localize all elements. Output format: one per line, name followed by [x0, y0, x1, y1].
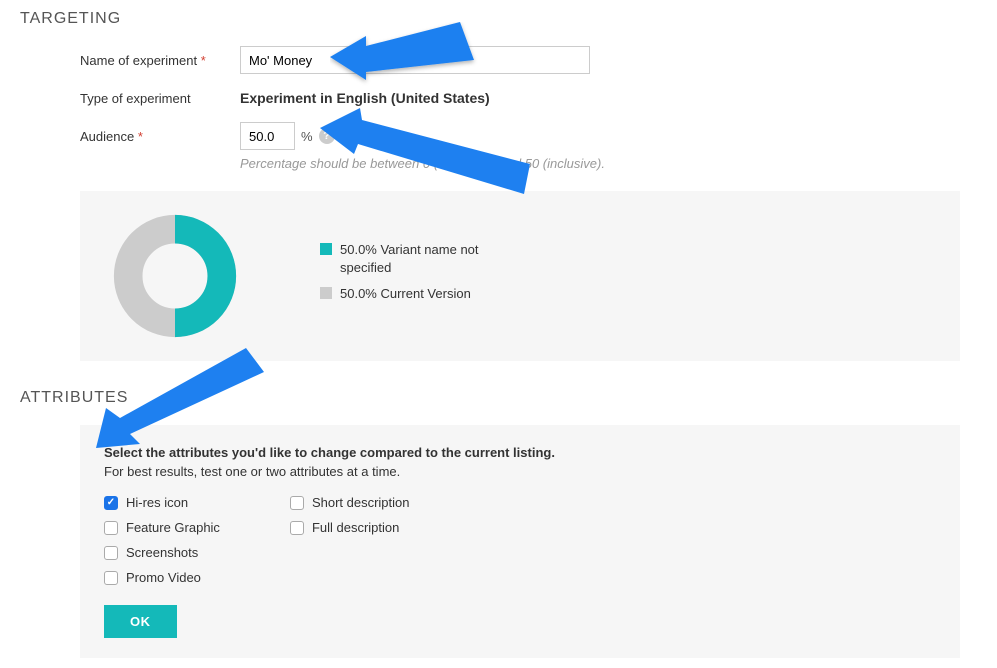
- attr-label: Promo Video: [126, 570, 201, 585]
- targeting-fields: Name of experiment * Type of experiment …: [80, 46, 977, 171]
- ok-button[interactable]: OK: [104, 605, 177, 638]
- audience-input[interactable]: [240, 122, 295, 150]
- donut-chart: [110, 211, 240, 341]
- attributes-title: ATTRIBUTES: [20, 389, 977, 407]
- attr-label: Hi-res icon: [126, 495, 188, 510]
- attributes-section: ATTRIBUTES Select the attributes you'd l…: [20, 389, 977, 658]
- attr-item-promo-video[interactable]: Promo Video: [104, 570, 220, 585]
- checkbox-short-desc[interactable]: [290, 496, 304, 510]
- legend-label-current: 50.0% Current Version: [340, 285, 480, 303]
- legend-item-variant: 50.0% Variant name not specified: [320, 241, 480, 277]
- required-asterisk: *: [201, 53, 206, 68]
- percent-sign: %: [301, 129, 313, 144]
- required-asterisk: *: [138, 129, 143, 144]
- chart-panel: 50.0% Variant name not specified 50.0% C…: [80, 191, 960, 361]
- help-icon[interactable]: ?: [319, 128, 335, 144]
- legend-swatch-grey: [320, 287, 332, 299]
- attributes-columns: Hi-res icon Feature Graphic Screenshots …: [104, 495, 936, 585]
- checkbox-hires-icon[interactable]: [104, 496, 118, 510]
- audience-hint: Percentage should be between 0 (exclusiv…: [240, 156, 977, 171]
- targeting-section: TARGETING Name of experiment * Type of e…: [20, 10, 977, 361]
- type-value: Experiment in English (United States): [240, 90, 490, 106]
- checkbox-promo-video[interactable]: [104, 571, 118, 585]
- audience-label-text: Audience: [80, 129, 134, 144]
- name-label: Name of experiment *: [80, 53, 240, 68]
- attributes-column-1: Hi-res icon Feature Graphic Screenshots …: [104, 495, 220, 585]
- attr-item-screenshots[interactable]: Screenshots: [104, 545, 220, 560]
- type-label: Type of experiment: [80, 91, 240, 106]
- checkbox-full-desc[interactable]: [290, 521, 304, 535]
- attr-label: Short description: [312, 495, 410, 510]
- audience-row: Audience * % ?: [80, 122, 977, 150]
- checkbox-feature-graphic[interactable]: [104, 521, 118, 535]
- name-input[interactable]: [240, 46, 590, 74]
- targeting-title: TARGETING: [20, 10, 977, 28]
- audience-label: Audience *: [80, 129, 240, 144]
- attributes-heading: Select the attributes you'd like to chan…: [104, 445, 936, 460]
- attr-item-feature-graphic[interactable]: Feature Graphic: [104, 520, 220, 535]
- legend-label-variant: 50.0% Variant name not specified: [340, 241, 480, 277]
- checkbox-screenshots[interactable]: [104, 546, 118, 560]
- attr-label: Feature Graphic: [126, 520, 220, 535]
- name-row: Name of experiment *: [80, 46, 977, 74]
- attributes-subheading: For best results, test one or two attrib…: [104, 464, 936, 479]
- attr-item-hires-icon[interactable]: Hi-res icon: [104, 495, 220, 510]
- attr-label: Full description: [312, 520, 399, 535]
- attr-item-short-desc[interactable]: Short description: [290, 495, 410, 510]
- type-row: Type of experiment Experiment in English…: [80, 90, 977, 106]
- attr-item-full-desc[interactable]: Full description: [290, 520, 410, 535]
- name-label-text: Name of experiment: [80, 53, 197, 68]
- attributes-column-2: Short description Full description: [290, 495, 410, 585]
- legend-item-current: 50.0% Current Version: [320, 285, 480, 303]
- chart-legend: 50.0% Variant name not specified 50.0% C…: [320, 241, 480, 312]
- legend-swatch-teal: [320, 243, 332, 255]
- attr-label: Screenshots: [126, 545, 198, 560]
- attributes-panel: Select the attributes you'd like to chan…: [80, 425, 960, 658]
